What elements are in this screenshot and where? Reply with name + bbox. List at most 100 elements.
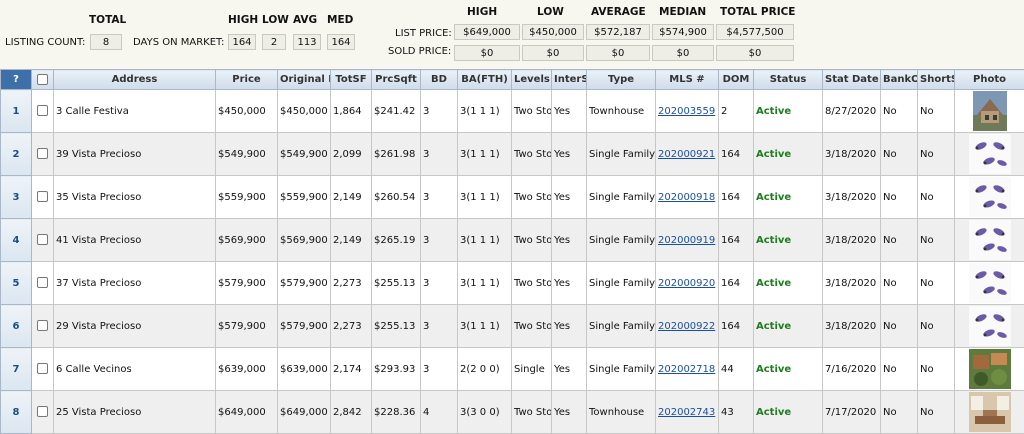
stat-date-cell: 3/18/2020 xyxy=(823,219,881,262)
inters-column-header[interactable]: InterS xyxy=(552,70,587,90)
photo-cell[interactable] xyxy=(955,262,1024,305)
row-select-cell[interactable] xyxy=(32,219,54,262)
dom-avg-header: AVG xyxy=(293,14,317,26)
shorts-cell: No xyxy=(918,133,955,176)
dom-avg-value: 113 xyxy=(293,34,321,50)
placeholder-logo-thumbnail[interactable] xyxy=(969,149,1011,160)
dom-cell: 164 xyxy=(719,262,754,305)
placeholder-logo-thumbnail[interactable] xyxy=(969,192,1011,203)
row-number: 3 xyxy=(1,176,32,219)
row-checkbox[interactable] xyxy=(37,406,48,417)
status-cell: Active xyxy=(754,219,823,262)
banko-cell: No xyxy=(881,348,918,391)
row-select-cell[interactable] xyxy=(32,133,54,176)
row-number: 1 xyxy=(1,90,32,133)
sold-total-value: $0 xyxy=(716,45,794,61)
price-cell: $649,000 xyxy=(216,391,278,434)
photo-cell[interactable] xyxy=(955,348,1024,391)
row-checkbox[interactable] xyxy=(37,277,48,288)
mls-link[interactable]: 202000918 xyxy=(658,192,715,203)
banko-column-header[interactable]: BankO xyxy=(881,70,918,90)
table-row[interactable]: 76 Calle Vecinos$639,000$639,0002,174$29… xyxy=(1,348,1024,391)
status-cell: Active xyxy=(754,348,823,391)
house-photo-thumbnail[interactable] xyxy=(973,106,1007,117)
prcsqft-column-header[interactable]: PrcSqft xyxy=(372,70,421,90)
address-cell: 25 Vista Precioso xyxy=(54,391,216,434)
table-row[interactable]: 537 Vista Precioso$579,900$579,9002,273$… xyxy=(1,262,1024,305)
placeholder-logo-thumbnail[interactable] xyxy=(969,235,1011,246)
mls-link[interactable]: 202000920 xyxy=(658,278,715,289)
row-number: 5 xyxy=(1,262,32,305)
type-column-header[interactable]: Type xyxy=(587,70,656,90)
levels-column-header[interactable]: Levels xyxy=(512,70,552,90)
mls-link[interactable]: 202000922 xyxy=(658,321,715,332)
photo-cell[interactable] xyxy=(955,90,1024,133)
mls-link[interactable]: 202002718 xyxy=(658,364,715,375)
bd-cell: 3 xyxy=(421,305,458,348)
photo-column-header[interactable]: Photo xyxy=(955,70,1024,90)
photo-cell[interactable] xyxy=(955,219,1024,262)
mls-link[interactable]: 202000919 xyxy=(658,235,715,246)
row-checkbox[interactable] xyxy=(37,320,48,331)
price-cell: $579,900 xyxy=(216,262,278,305)
row-select-cell[interactable] xyxy=(32,90,54,133)
table-row[interactable]: 441 Vista Precioso$569,900$569,9002,149$… xyxy=(1,219,1024,262)
ba-cell: 3(1 1 1) xyxy=(458,133,512,176)
ba-column-header[interactable]: BA(FTH) xyxy=(458,70,512,90)
price-column-header[interactable]: Price xyxy=(216,70,278,90)
row-select-cell[interactable] xyxy=(32,391,54,434)
row-checkbox[interactable] xyxy=(37,105,48,116)
original-price-cell: $569,900 xyxy=(278,219,331,262)
address-column-header[interactable]: Address xyxy=(54,70,216,90)
sold-price-label: SOLD PRICE: xyxy=(388,46,451,57)
photo-cell[interactable] xyxy=(955,305,1024,348)
dom-high-header: HIGH xyxy=(228,14,258,26)
status-column-header[interactable]: Status xyxy=(754,70,823,90)
row-select-cell[interactable] xyxy=(32,305,54,348)
stat-date-cell: 3/18/2020 xyxy=(823,262,881,305)
mls-link[interactable]: 202000921 xyxy=(658,149,715,160)
row-checkbox[interactable] xyxy=(37,234,48,245)
row-checkbox[interactable] xyxy=(37,363,48,374)
row-select-cell[interactable] xyxy=(32,176,54,219)
mls-link[interactable]: 202003559 xyxy=(658,106,715,117)
mls-link[interactable]: 202002743 xyxy=(658,407,715,418)
totsf-column-header[interactable]: TotSF xyxy=(331,70,372,90)
status-cell: Active xyxy=(754,391,823,434)
status-cell: Active xyxy=(754,176,823,219)
bd-column-header[interactable]: BD xyxy=(421,70,458,90)
row-number: 2 xyxy=(1,133,32,176)
interior-photo-thumbnail[interactable] xyxy=(969,407,1011,418)
photo-cell[interactable] xyxy=(955,176,1024,219)
dom-cell: 43 xyxy=(719,391,754,434)
table-row[interactable]: 335 Vista Precioso$559,900$559,9002,149$… xyxy=(1,176,1024,219)
table-row[interactable]: 239 Vista Precioso$549,900$549,9002,099$… xyxy=(1,133,1024,176)
dom-column-header[interactable]: DOM xyxy=(719,70,754,90)
bd-cell: 3 xyxy=(421,133,458,176)
stat-date-column-header[interactable]: Stat Date xyxy=(823,70,881,90)
shorts-cell: No xyxy=(918,90,955,133)
photo-cell[interactable] xyxy=(955,133,1024,176)
row-checkbox[interactable] xyxy=(37,191,48,202)
photo-cell[interactable] xyxy=(955,391,1024,434)
row-select-cell[interactable] xyxy=(32,262,54,305)
row-select-cell[interactable] xyxy=(32,348,54,391)
table-row[interactable]: 825 Vista Precioso$649,000$649,0002,842$… xyxy=(1,391,1024,434)
select-all-column-header[interactable] xyxy=(32,70,54,90)
row-checkbox[interactable] xyxy=(37,148,48,159)
ba-cell: 3(1 1 1) xyxy=(458,305,512,348)
yard-photo-thumbnail[interactable] xyxy=(969,364,1011,375)
status-active: Active xyxy=(756,149,791,160)
placeholder-logo-thumbnail[interactable] xyxy=(969,321,1011,332)
select-all-checkbox[interactable] xyxy=(37,74,48,85)
table-row[interactable]: 629 Vista Precioso$579,900$579,9002,273$… xyxy=(1,305,1024,348)
shorts-column-header[interactable]: ShortS xyxy=(918,70,955,90)
help-column-header[interactable]: ? xyxy=(1,70,32,90)
status-active: Active xyxy=(756,364,791,375)
original-price-cell: $549,900 xyxy=(278,133,331,176)
mls-column-header[interactable]: MLS # xyxy=(656,70,719,90)
table-row[interactable]: 13 Calle Festiva$450,000$450,0001,864$24… xyxy=(1,90,1024,133)
original-price-column-header[interactable]: Original P xyxy=(278,70,331,90)
ba-cell: 3(1 1 1) xyxy=(458,219,512,262)
placeholder-logo-thumbnail[interactable] xyxy=(969,278,1011,289)
